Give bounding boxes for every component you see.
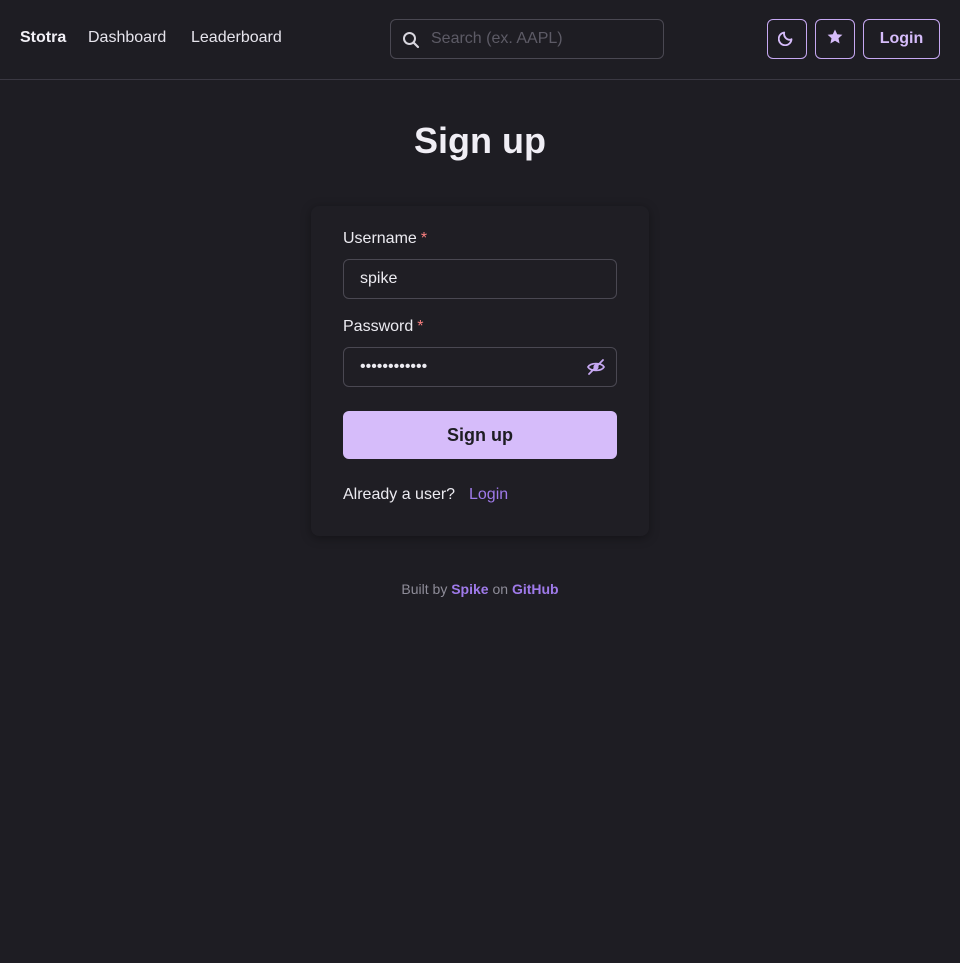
required-marker: *: [420, 230, 428, 247]
eye-off-icon[interactable]: [585, 356, 607, 378]
footer-built-by: Built by: [401, 581, 448, 597]
login-link[interactable]: Login: [469, 486, 508, 504]
page-title: Sign up: [414, 120, 546, 161]
search-icon: [401, 30, 421, 50]
moon-icon: [777, 28, 796, 51]
footer-github-link[interactable]: GitHub: [512, 581, 559, 597]
brand-logo[interactable]: Stotra: [20, 29, 66, 47]
footer-author-link[interactable]: Spike: [451, 581, 488, 597]
username-label: Username *: [343, 230, 427, 248]
username-label-text: Username: [343, 230, 417, 247]
footer: Built by Spike on GitHub: [0, 581, 960, 597]
star-button[interactable]: [815, 19, 855, 59]
login-button[interactable]: Login: [863, 19, 940, 59]
username-field[interactable]: [343, 259, 617, 299]
password-field[interactable]: [343, 347, 617, 387]
star-icon: [826, 28, 844, 51]
navbar: Stotra Dashboard Leaderboard Login: [0, 0, 960, 80]
footer-on: on: [492, 581, 509, 597]
required-marker: *: [417, 318, 424, 335]
theme-toggle-button[interactable]: [767, 19, 807, 59]
signup-submit-button[interactable]: Sign up: [343, 411, 617, 459]
nav-link-dashboard[interactable]: Dashboard: [88, 29, 166, 47]
already-user-text: Already a user?: [343, 486, 456, 503]
password-label-text: Password: [343, 318, 414, 335]
password-label: Password *: [343, 318, 423, 336]
search-box: [390, 19, 664, 59]
nav-link-leaderboard[interactable]: Leaderboard: [191, 29, 282, 47]
search-input[interactable]: [431, 20, 657, 58]
